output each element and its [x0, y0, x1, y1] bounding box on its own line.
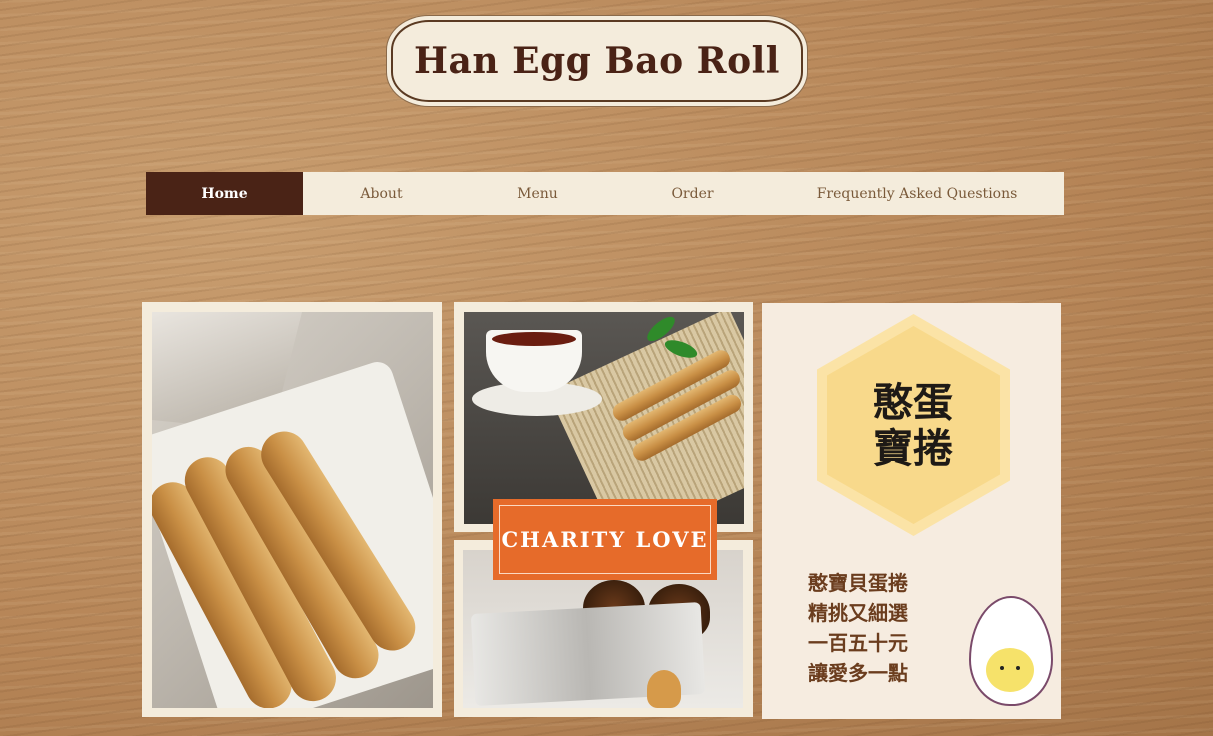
- yolk-face: [986, 648, 1034, 692]
- main-nav: Home About Menu Order Frequently Asked Q…: [146, 172, 1064, 215]
- nav-order[interactable]: Order: [615, 172, 770, 215]
- nav-faq[interactable]: Frequently Asked Questions: [770, 172, 1064, 215]
- eye: [1016, 666, 1020, 670]
- slogan-line: 精挑又細選: [808, 601, 908, 625]
- logo-line-2: 寶捲: [873, 426, 953, 472]
- tea: [492, 332, 576, 346]
- tea-and-rolls-photo: [464, 312, 744, 524]
- nav-menu[interactable]: Menu: [460, 172, 615, 215]
- site-title-plaque: Han Egg Bao Roll: [391, 20, 803, 102]
- slogan-line: 一百五十元: [808, 631, 908, 655]
- slogan-line: 讓愛多一點: [808, 661, 908, 685]
- shiba-figurine: [647, 670, 681, 708]
- logo-line-1: 憨蛋: [873, 380, 953, 426]
- site-title[interactable]: Han Egg Bao Roll: [414, 40, 780, 82]
- nav-home[interactable]: Home: [146, 172, 303, 215]
- nav-about[interactable]: About: [303, 172, 460, 215]
- slogan: 憨寶貝蛋捲 精挑又細選 一百五十元 讓愛多一點: [808, 568, 948, 688]
- brand-logo-text: 憨蛋 寶捲: [858, 380, 968, 472]
- slogan-line: 憨寶貝蛋捲: [808, 571, 908, 595]
- banner-text: CHARITY LOVE: [501, 527, 709, 552]
- charity-love-banner: CHARITY LOVE: [493, 499, 717, 580]
- eye: [1000, 666, 1004, 670]
- egg-rolls-box-photo: [152, 312, 433, 708]
